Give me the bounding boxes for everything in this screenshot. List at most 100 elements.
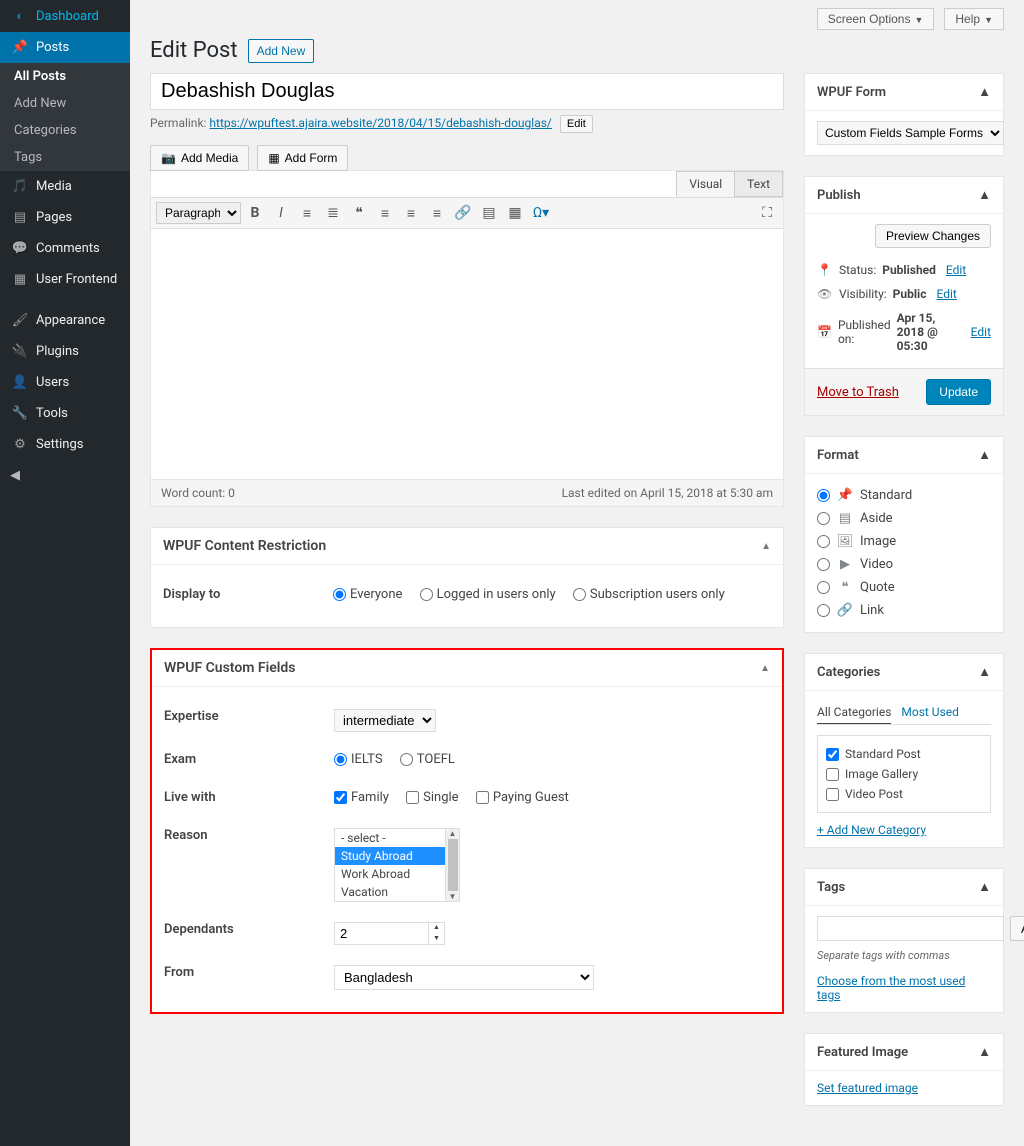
media-icon: 🎵	[10, 179, 30, 194]
align-left-icon[interactable]: ≡	[373, 201, 397, 225]
toggle-icon[interactable]: ▲	[978, 1044, 991, 1060]
italic-icon[interactable]: I	[269, 201, 293, 225]
permalink-edit-button[interactable]: Edit	[560, 115, 593, 133]
format-video-radio[interactable]	[817, 558, 830, 571]
add-category-link[interactable]: + Add New Category	[817, 823, 926, 837]
sidebar-item-plugins[interactable]: 🔌Plugins	[0, 336, 130, 367]
subitem-add-new[interactable]: Add New	[0, 90, 130, 117]
reason-opt-work[interactable]: Work Abroad	[335, 865, 445, 883]
reason-opt-study[interactable]: Study Abroad	[335, 847, 445, 865]
reason-opt-select[interactable]: - select -	[335, 829, 445, 847]
radio-subscription[interactable]: Subscription users only	[573, 587, 725, 602]
cat-video-check[interactable]	[826, 788, 839, 801]
quote-icon[interactable]: ❝	[347, 201, 371, 225]
add-form-button[interactable]: ▦Add Form	[257, 145, 348, 171]
reason-listbox[interactable]: - select - Study Abroad Work Abroad Vaca…	[334, 828, 446, 902]
set-featured-link[interactable]: Set featured image	[817, 1081, 918, 1095]
toggle-icon[interactable]: ▲	[761, 541, 771, 552]
categories-title: Categories	[817, 665, 880, 680]
subitem-tags[interactable]: Tags	[0, 144, 130, 171]
toggle-icon[interactable]: ▲	[978, 84, 991, 100]
check-family[interactable]: Family	[334, 790, 389, 805]
tab-text[interactable]: Text	[734, 171, 783, 197]
sidebar-item-settings[interactable]: ⚙Settings	[0, 429, 130, 460]
spin-up-icon[interactable]: ▲	[429, 923, 444, 934]
from-select[interactable]: Bangladesh	[334, 965, 594, 990]
editor-canvas[interactable]	[151, 229, 783, 479]
tab-visual[interactable]: Visual	[676, 171, 735, 197]
permalink-link[interactable]: https://wpuftest.ajaira.website/2018/04/…	[209, 116, 551, 130]
check-paying-guest[interactable]: Paying Guest	[476, 790, 569, 805]
tags-title: Tags	[817, 880, 845, 895]
radio-everyone[interactable]: Everyone	[333, 587, 402, 602]
toggle-icon[interactable]: ▲	[978, 447, 991, 463]
add-tag-button[interactable]: Add	[1010, 916, 1024, 941]
scroll-up-icon[interactable]: ▲	[449, 829, 457, 838]
screen-options-button[interactable]: Screen Options▼	[817, 8, 935, 30]
bold-icon[interactable]: B	[243, 201, 267, 225]
scrollbar[interactable]: ▲▼	[446, 828, 460, 902]
sidebar-item-users[interactable]: 👤Users	[0, 367, 130, 398]
format-quote-radio[interactable]	[817, 581, 830, 594]
align-right-icon[interactable]: ≡	[425, 201, 449, 225]
tags-input[interactable]	[817, 916, 1004, 941]
tab-all-categories[interactable]: All Categories	[817, 701, 891, 724]
sidebar-item-media[interactable]: 🎵Media	[0, 171, 130, 202]
collapse-menu[interactable]: ◀Collapse menu	[0, 460, 130, 491]
add-new-button[interactable]: Add New	[248, 39, 315, 63]
dependants-input[interactable]	[334, 922, 429, 945]
toggle-icon[interactable]: ▲	[760, 663, 770, 674]
scroll-down-icon[interactable]: ▼	[449, 892, 457, 901]
sidebar-item-dashboard[interactable]: ◐Dashboard	[0, 0, 130, 32]
edit-date-link[interactable]: Edit	[971, 325, 991, 339]
format-standard-radio[interactable]	[817, 489, 830, 502]
ul-icon[interactable]: ≡	[295, 201, 319, 225]
choose-tags-link[interactable]: Choose from the most used tags	[817, 974, 991, 1002]
shortcode-icon[interactable]: Ω▾	[529, 201, 553, 225]
sidebar-item-user-frontend[interactable]: ▦User Frontend	[0, 264, 130, 295]
ol-icon[interactable]: ≣	[321, 201, 345, 225]
toggle-toolbar-icon[interactable]: ▦	[503, 201, 527, 225]
move-trash-link[interactable]: Move to Trash	[817, 385, 899, 400]
link-icon[interactable]: 🔗	[451, 201, 475, 225]
reason-opt-vacation[interactable]: Vacation	[335, 883, 445, 901]
post-title-input[interactable]	[150, 73, 784, 110]
dashboard-icon: ◐	[10, 8, 30, 24]
format-image-radio[interactable]	[817, 535, 830, 548]
edit-status-link[interactable]: Edit	[946, 263, 966, 277]
format-select[interactable]: Paragraph	[156, 202, 241, 224]
subitem-all-posts[interactable]: All Posts	[0, 63, 130, 90]
sidebar-item-pages[interactable]: ▤Pages	[0, 202, 130, 233]
radio-ielts[interactable]: IELTS	[334, 752, 383, 767]
update-button[interactable]: Update	[926, 379, 991, 405]
sidebar-item-posts[interactable]: 📌Posts	[0, 32, 130, 63]
add-media-button[interactable]: 📷Add Media	[150, 145, 249, 171]
preview-button[interactable]: Preview Changes	[875, 224, 991, 248]
toggle-icon[interactable]: ▲	[978, 879, 991, 895]
expertise-select[interactable]: intermediate	[334, 709, 436, 732]
pin-icon: 📌	[10, 40, 30, 55]
check-single[interactable]: Single	[406, 790, 458, 805]
wpuf-form-select[interactable]: Custom Fields Sample Forms	[817, 121, 1004, 145]
cat-gallery-check[interactable]	[826, 768, 839, 781]
align-center-icon[interactable]: ≡	[399, 201, 423, 225]
fullscreen-icon[interactable]: ⛶	[755, 201, 779, 225]
cat-standard-check[interactable]	[826, 748, 839, 761]
format-link-radio[interactable]	[817, 604, 830, 617]
help-button[interactable]: Help▼	[944, 8, 1004, 30]
sidebar-item-tools[interactable]: 🔧Tools	[0, 398, 130, 429]
subitem-categories[interactable]: Categories	[0, 117, 130, 144]
toggle-icon[interactable]: ▲	[978, 664, 991, 680]
sidebar-item-appearance[interactable]: 🖌Appearance	[0, 305, 130, 336]
chevron-down-icon: ▼	[914, 15, 923, 25]
tab-most-used[interactable]: Most Used	[901, 701, 959, 724]
toggle-icon[interactable]: ▲	[978, 187, 991, 203]
more-icon[interactable]: ▤	[477, 201, 501, 225]
sidebar-item-comments[interactable]: 💬Comments	[0, 233, 130, 264]
edit-visibility-link[interactable]: Edit	[936, 287, 956, 301]
format-aside-radio[interactable]	[817, 512, 830, 525]
brush-icon: 🖌	[10, 313, 30, 328]
radio-toefl[interactable]: TOEFL	[400, 752, 455, 767]
spin-down-icon[interactable]: ▼	[429, 934, 444, 945]
radio-logged-in[interactable]: Logged in users only	[420, 587, 556, 602]
